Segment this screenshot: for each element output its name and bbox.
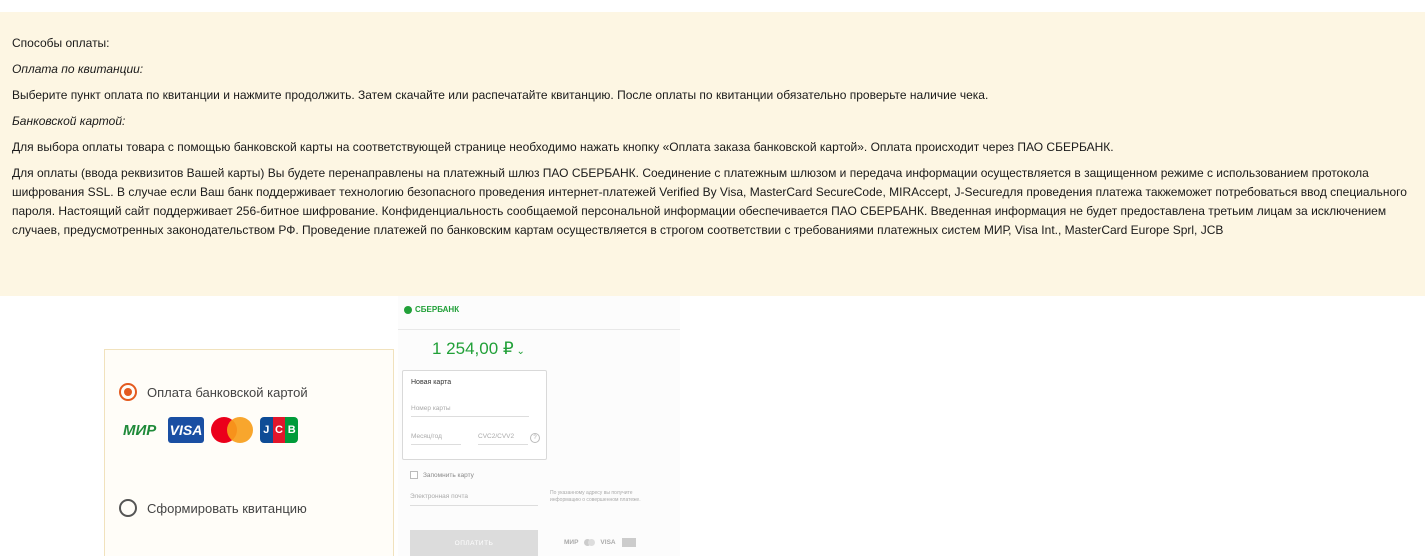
email-field[interactable]: Электронная почта bbox=[410, 493, 538, 506]
sberbank-name: СБЕРБАНК bbox=[415, 305, 460, 314]
pay-button[interactable]: ОПЛАТИТЬ bbox=[410, 530, 538, 556]
receipt-payment-option[interactable]: Сформировать квитанцию bbox=[119, 499, 307, 517]
expiry-field[interactable]: Месяц/год bbox=[411, 433, 461, 445]
card-number-field[interactable]: Номер карты bbox=[411, 405, 529, 417]
payment-amount[interactable]: 1 254,00 ₽ ⌄ bbox=[432, 339, 525, 359]
mastercard-logo bbox=[211, 417, 253, 443]
remember-card-option[interactable]: Запомнить карту bbox=[410, 471, 474, 479]
divider bbox=[398, 329, 680, 330]
sberbank-payment-form: СБЕРБАНК 1 254,00 ₽ ⌄ Новая карта Номер … bbox=[398, 296, 680, 556]
cvc-field[interactable]: CVC2/CVV2 bbox=[478, 433, 528, 445]
help-icon[interactable]: ? bbox=[530, 433, 540, 443]
payment-method-selector: Оплата банковской картой МИР VISA J C B … bbox=[104, 349, 394, 556]
mir-logo: МИР bbox=[123, 421, 157, 439]
receipt-payment-radio[interactable] bbox=[119, 499, 137, 517]
accepted-cards: МИР VISA J C B bbox=[123, 417, 298, 443]
visa-logo: VISA bbox=[168, 417, 204, 443]
payment-info-panel: Способы оплаты: Оплата по квитанции: Выб… bbox=[0, 12, 1425, 296]
payment-methods-title: Способы оплаты: bbox=[12, 36, 110, 50]
email-note: По указанному адресу вы получите информа… bbox=[550, 490, 641, 503]
card-heading: Банковской картой: bbox=[12, 114, 126, 128]
jcb-mini-logo bbox=[621, 538, 636, 547]
visa-mini-logo: VISA bbox=[600, 539, 616, 546]
card-payment-radio[interactable] bbox=[119, 383, 137, 401]
receipt-payment-label: Сформировать квитанцию bbox=[147, 500, 307, 516]
receipt-heading: Оплата по квитанции: bbox=[12, 62, 144, 76]
new-card-box: Новая карта Номер карты Месяц/год CVC2/C… bbox=[402, 370, 547, 460]
card-description: Для выбора оплаты товара с помощью банко… bbox=[12, 140, 1114, 154]
clipped-page-heading bbox=[0, 0, 1425, 12]
chevron-down-icon: ⌄ bbox=[513, 346, 525, 357]
new-card-title: Новая карта bbox=[411, 379, 452, 386]
jcb-logo: J C B bbox=[260, 417, 298, 443]
mastercard-mini-logo bbox=[584, 539, 596, 546]
security-description: Для оплаты (ввода реквизитов Вашей карты… bbox=[12, 166, 1407, 237]
remember-card-checkbox[interactable] bbox=[410, 471, 418, 479]
card-payment-label: Оплата банковской картой bbox=[147, 384, 308, 400]
remember-card-label: Запомнить карту bbox=[423, 471, 474, 479]
mir-mini-logo: МИР bbox=[564, 539, 579, 546]
sberbank-logo: СБЕРБАНК bbox=[404, 305, 459, 314]
form-card-logos: МИР VISA bbox=[564, 538, 636, 547]
sberbank-logo-icon bbox=[404, 305, 412, 314]
card-payment-option[interactable]: Оплата банковской картой bbox=[119, 383, 308, 401]
receipt-description: Выберите пункт оплата по квитанции и наж… bbox=[12, 88, 989, 102]
